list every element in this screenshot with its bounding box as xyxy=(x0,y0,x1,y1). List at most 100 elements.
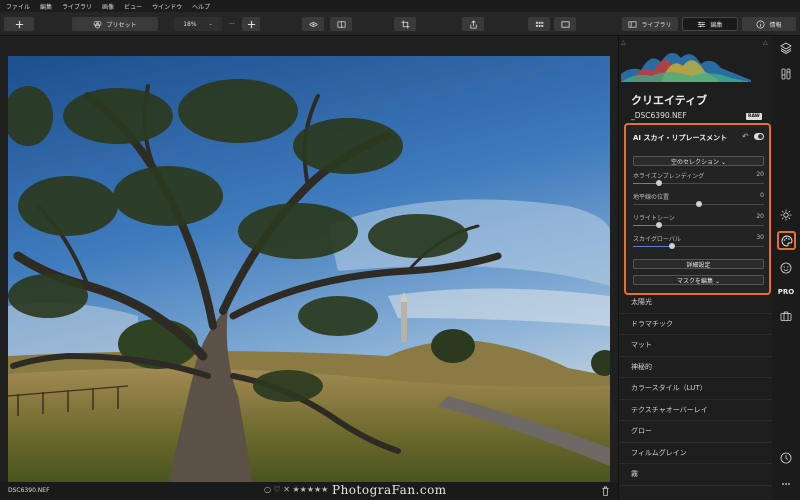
slider-label: 地平線の位置 xyxy=(633,194,670,201)
preview-button[interactable] xyxy=(302,17,324,31)
smiley-icon[interactable] xyxy=(778,260,794,276)
add-button[interactable] xyxy=(4,17,34,31)
tool-mystical[interactable]: 神秘的 xyxy=(619,357,773,378)
image-canvas xyxy=(0,36,618,496)
zoom-value: 18% xyxy=(183,20,197,28)
compare-icon xyxy=(337,20,345,28)
sliders-vertical-icon[interactable] xyxy=(778,66,794,82)
menu-window[interactable]: ウインドウ xyxy=(152,2,182,11)
tab-library[interactable]: ライブラリ xyxy=(622,17,678,31)
slider-value: 20 xyxy=(756,213,764,220)
tab-info[interactable]: 情報 xyxy=(742,17,796,31)
share-button[interactable] xyxy=(462,17,484,31)
plus-icon xyxy=(247,20,255,28)
tool-film-grain[interactable]: フィルムグレイン xyxy=(619,443,773,464)
slider-value: 0 xyxy=(760,192,764,199)
sliders-icon xyxy=(698,21,706,27)
bottom-filename: DSC6390.NEF xyxy=(8,487,50,494)
single-view-button[interactable] xyxy=(554,17,576,31)
layers-icon[interactable] xyxy=(778,40,794,56)
raw-badge: RAW xyxy=(746,113,762,120)
tab-edit[interactable]: 編集 xyxy=(682,17,738,31)
slider-relight-scene[interactable]: リライトシーン 20 xyxy=(633,213,764,233)
ai-sky-title[interactable]: AI スカイ・リプレースメント xyxy=(633,133,727,143)
menu-view[interactable]: ビュー xyxy=(124,2,142,11)
ai-sky-replacement-section: AI スカイ・リプレースメント ↶ 空のセレクション ⌄ ホライズンブレンディン… xyxy=(624,123,771,295)
advanced-settings-button[interactable]: 詳細設定 xyxy=(633,259,764,269)
tool-fog[interactable]: 霧 xyxy=(619,464,773,486)
toolbar: プリセット 18% ⌄ ··· ライブラリ 編集 情報 xyxy=(0,12,800,36)
creative-tools-list: 太陽光 ドラマチック マット 神秘的 カラースタイル（LUT） テクスチャオーバ… xyxy=(619,292,773,486)
menu-image[interactable]: 画像 xyxy=(102,2,114,11)
slider-label: リライトシーン xyxy=(633,215,675,222)
plus-icon xyxy=(15,20,23,28)
menu-file[interactable]: ファイル xyxy=(6,2,30,11)
photo[interactable] xyxy=(8,56,610,496)
history-clock-icon[interactable] xyxy=(778,450,794,466)
menu-help[interactable]: ヘルプ xyxy=(192,2,210,11)
slider-knob[interactable] xyxy=(669,243,676,249)
slider-knob[interactable] xyxy=(656,180,663,186)
landscape-photo xyxy=(8,56,610,496)
library-icon xyxy=(629,20,637,28)
share-icon xyxy=(469,19,477,29)
chevron-down-icon: ⌄ xyxy=(208,21,213,27)
histogram-clip-right-icon[interactable]: △ xyxy=(763,39,768,46)
compare-button[interactable] xyxy=(330,17,352,31)
edit-mask-button[interactable]: マスクを編集 ⌄ xyxy=(633,275,764,285)
presets-button[interactable]: プリセット xyxy=(72,17,158,31)
slider-label: スカイグローバル xyxy=(633,236,681,243)
menu-edit[interactable]: 編集 xyxy=(40,2,52,11)
panel-filename: _DSC6390.NEF xyxy=(631,111,687,120)
histogram xyxy=(621,52,751,82)
tool-matte[interactable]: マット xyxy=(619,335,773,357)
tool-texture-overlay[interactable]: テクスチャオーバーレイ xyxy=(619,400,773,421)
more-options-icon[interactable] xyxy=(778,476,794,492)
tool-color-style-lut[interactable]: カラースタイル（LUT） xyxy=(619,378,773,400)
slider-value: 20 xyxy=(756,171,764,178)
tab-edit-label: 編集 xyxy=(710,21,723,29)
slider-horizon-blending[interactable]: ホライズンブレンディング 20 xyxy=(633,171,764,191)
visibility-toggle[interactable] xyxy=(754,133,764,140)
sky-selection-dropdown[interactable]: 空のセレクション ⌄ xyxy=(633,156,764,166)
palette-icon[interactable] xyxy=(777,231,796,250)
slider-value: 30 xyxy=(756,234,764,241)
menu-bar: ファイル 編集 ライブラリ 画像 ビュー ウインドウ ヘルプ xyxy=(0,0,800,12)
info-icon xyxy=(757,20,765,28)
menu-library[interactable]: ライブラリ xyxy=(62,2,92,11)
zoom-dots: ··· xyxy=(229,20,235,28)
tool-dramatic[interactable]: ドラマチック xyxy=(619,314,773,335)
crop-button[interactable] xyxy=(394,17,416,31)
briefcase-icon[interactable] xyxy=(778,308,794,324)
tool-sunlight[interactable]: 太陽光 xyxy=(619,292,773,314)
grid-view-button[interactable] xyxy=(528,17,550,31)
editor-panel: △ △ クリエイティブ _DSC6390.NEF RAW AI スカイ・リプレー… xyxy=(618,36,773,500)
grid-icon xyxy=(535,21,543,27)
slider-label: ホライズンブレンディング xyxy=(633,173,705,180)
single-view-icon xyxy=(560,20,570,28)
slider-fill xyxy=(633,246,673,247)
slider-knob[interactable] xyxy=(695,201,702,207)
undo-icon[interactable]: ↶ xyxy=(742,132,749,141)
tool-category-bar: PRO xyxy=(772,36,800,500)
tool-glow[interactable]: グロー xyxy=(619,421,773,443)
tab-library-label: ライブラリ xyxy=(641,21,672,29)
rating-controls[interactable]: ○ ♡ ✕ ★★★★★ xyxy=(264,485,328,494)
status-bar: DSC6390.NEF ○ ♡ ✕ ★★★★★ PhotograFan.com xyxy=(0,482,618,500)
pro-icon[interactable]: PRO xyxy=(778,284,794,300)
watermark: PhotograFan.com xyxy=(332,483,447,497)
slider-sky-global[interactable]: スカイグローバル 30 xyxy=(633,234,764,254)
tab-info-label: 情報 xyxy=(769,21,782,29)
trash-icon[interactable] xyxy=(601,486,610,496)
sun-icon[interactable] xyxy=(778,207,794,223)
presets-icon xyxy=(94,20,102,28)
zoom-select[interactable]: 18% ⌄ xyxy=(174,17,222,31)
zoom-options[interactable]: ··· xyxy=(226,17,238,31)
zoom-in-button[interactable] xyxy=(242,17,260,31)
panel-title: クリエイティブ xyxy=(631,94,708,107)
slider-horizon-position[interactable]: 地平線の位置 0 xyxy=(633,192,764,212)
presets-label: プリセット xyxy=(106,21,137,29)
crop-icon xyxy=(400,19,410,29)
slider-knob[interactable] xyxy=(656,222,663,228)
eye-icon xyxy=(308,21,318,27)
